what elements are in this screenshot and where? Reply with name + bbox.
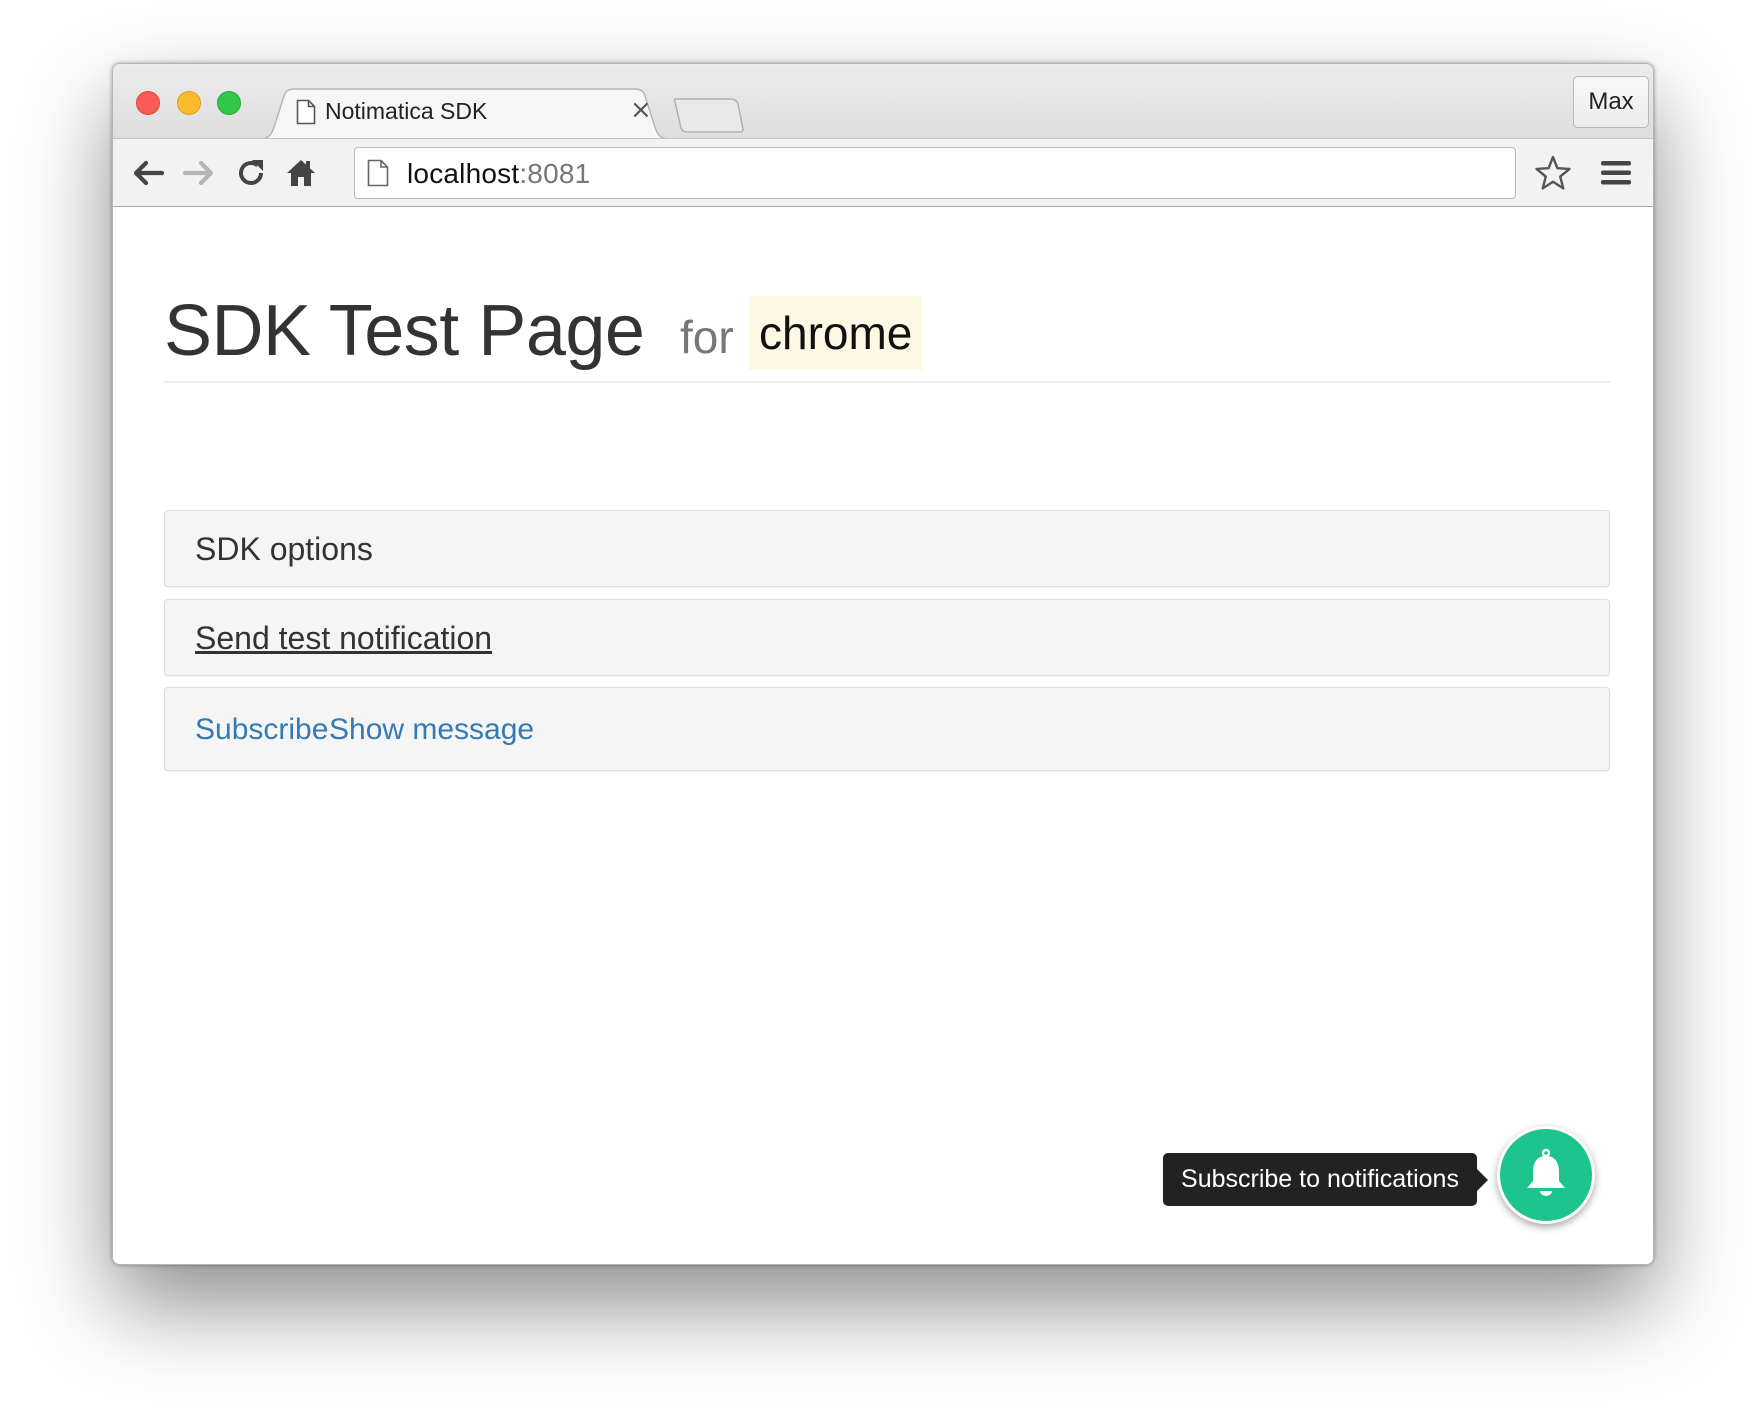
profile-button[interactable]: Max xyxy=(1573,76,1649,128)
show-message-link[interactable]: Show message xyxy=(329,713,534,747)
subscribe-link[interactable]: Subscribe xyxy=(195,713,328,747)
subscribe-bell-button[interactable] xyxy=(1497,1126,1595,1224)
page-content: SDK Test Page for chrome SDK options Sen… xyxy=(113,207,1653,1264)
page-info-icon[interactable] xyxy=(367,159,389,192)
page-title: SDK Test Page xyxy=(164,291,645,371)
reload-icon[interactable] xyxy=(231,153,271,193)
browser-window: Notimatica SDK × Max localhost:8081 SDK … xyxy=(112,63,1654,1265)
send-test-panel[interactable]: Send test notification xyxy=(164,599,1610,676)
page-header: SDK Test Page for chrome xyxy=(164,289,1610,383)
browser-name-badge: chrome xyxy=(749,296,923,370)
zoom-window-button[interactable] xyxy=(217,91,241,115)
forward-icon[interactable] xyxy=(179,153,219,193)
send-test-notification-link[interactable]: Send test notification xyxy=(195,620,492,657)
for-label: for xyxy=(680,311,734,363)
new-tab-button[interactable] xyxy=(673,96,745,139)
bell-icon xyxy=(1523,1148,1569,1203)
minimize-window-button[interactable] xyxy=(177,91,201,115)
address-bar[interactable]: localhost:8081 xyxy=(354,147,1516,199)
menu-icon[interactable] xyxy=(1596,153,1636,193)
subscribe-tooltip: Subscribe to notifications xyxy=(1163,1153,1488,1206)
close-window-button[interactable] xyxy=(136,91,160,115)
actions-panel: Subscribe Show message xyxy=(164,687,1610,771)
home-icon[interactable] xyxy=(281,153,321,193)
sdk-options-heading: SDK options xyxy=(195,531,373,567)
tab-title: Notimatica SDK xyxy=(325,98,488,124)
tab-strip: Notimatica SDK × Max xyxy=(113,64,1653,140)
close-tab-icon[interactable]: × xyxy=(630,95,652,125)
url-text: localhost:8081 xyxy=(407,158,590,190)
browser-toolbar: localhost:8081 xyxy=(113,138,1653,207)
star-icon[interactable] xyxy=(1533,153,1573,193)
page-icon xyxy=(296,99,316,130)
sdk-options-panel[interactable]: SDK options xyxy=(164,510,1610,587)
back-icon[interactable] xyxy=(128,153,168,193)
url-host: localhost xyxy=(407,158,520,189)
url-port: :8081 xyxy=(519,158,591,189)
tab-notimatica-sdk[interactable]: Notimatica SDK × xyxy=(258,88,671,140)
